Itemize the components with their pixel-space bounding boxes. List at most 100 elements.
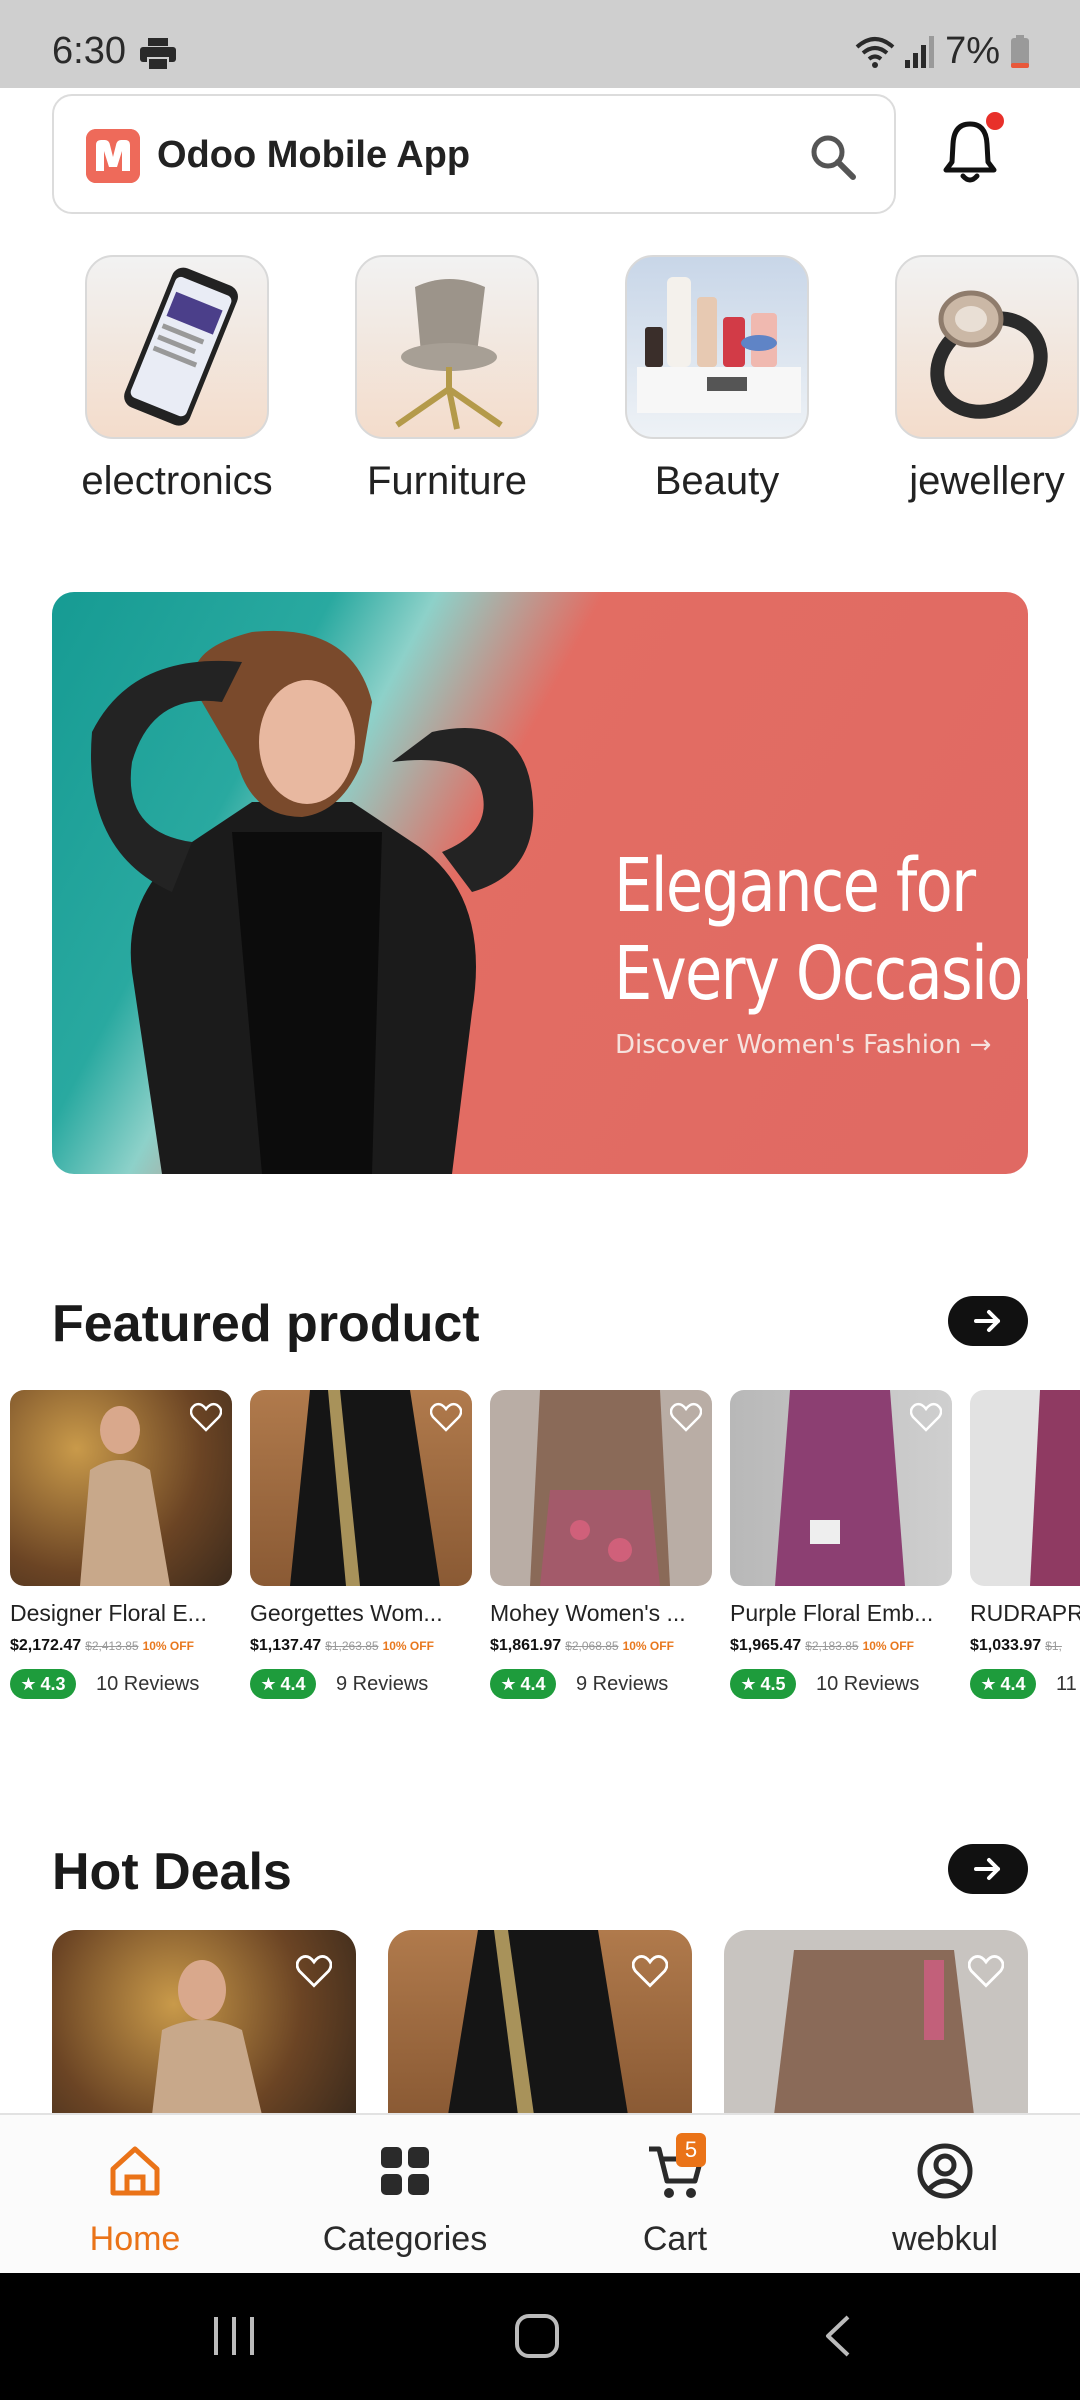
- rating-value: 4.5: [760, 1673, 786, 1694]
- hot-deal-card[interactable]: [724, 1930, 1028, 2115]
- star-icon: ★: [980, 1673, 997, 1694]
- notification-dot: [986, 112, 1004, 130]
- search-bar[interactable]: Odoo Mobile App: [52, 94, 896, 214]
- battery-percent: 7%: [945, 30, 1000, 72]
- account-icon: [917, 2143, 973, 2199]
- product-card[interactable]: Purple Floral Emb... $1,965.47 $2,183.85 1…: [730, 1390, 952, 1699]
- wishlist-heart-icon[interactable]: [968, 1954, 1004, 1988]
- product-name: Purple Floral Emb...: [730, 1600, 934, 1626]
- product-name: RUDRAPR: [970, 1600, 1080, 1626]
- product-price: $1,965.47: [730, 1637, 802, 1654]
- search-icon[interactable]: [808, 132, 858, 182]
- product-rating-row: ★ 4.4 11: [970, 1669, 1080, 1699]
- banner-headline-line1: Elegance for: [614, 843, 976, 929]
- product-old-price: $1,: [1045, 1639, 1062, 1653]
- back-icon[interactable]: [822, 2313, 854, 2359]
- product-old-price: $2,183.85: [805, 1639, 859, 1653]
- category-strip: electronics Furniture Beauty jewellery: [0, 255, 1080, 515]
- nav-categories[interactable]: Categories: [295, 2141, 515, 2259]
- rating-badge: ★ 4.3: [10, 1669, 76, 1699]
- wishlist-heart-icon[interactable]: [190, 1402, 222, 1432]
- app-title: Odoo Mobile App: [157, 134, 471, 176]
- category-furniture[interactable]: Furniture: [347, 255, 547, 504]
- home-icon: [110, 2146, 160, 2196]
- category-label: Furniture: [366, 459, 528, 503]
- review-count: 11: [1056, 1672, 1077, 1695]
- wifi-icon: [855, 36, 895, 68]
- wishlist-heart-icon[interactable]: [296, 1954, 332, 1988]
- banner-model-image: [91, 630, 534, 1174]
- product-name: Mohey Women's ...: [490, 1600, 686, 1626]
- status-indicators: 7%: [855, 30, 1030, 73]
- hot-deal-card[interactable]: [388, 1930, 692, 2115]
- product-card[interactable]: Georgettes Wom... $1,137.47 $1,263.85 10% …: [250, 1390, 472, 1699]
- review-count: 9 Reviews: [336, 1672, 429, 1695]
- wishlist-heart-icon[interactable]: [670, 1402, 702, 1432]
- rating-badge: ★ 4.4: [250, 1669, 316, 1699]
- product-card[interactable]: Mohey Women's ... $1,861.97 $2,068.85 10% …: [490, 1390, 712, 1699]
- category-label: jewellery: [909, 459, 1065, 503]
- signal-icon: [905, 35, 935, 68]
- category-electronics[interactable]: electronics: [77, 255, 277, 504]
- product-price: $1,861.97: [490, 1637, 562, 1654]
- star-icon: ★: [20, 1673, 37, 1694]
- featured-see-all-button[interactable]: [948, 1296, 1028, 1346]
- rating-badge: ★ 4.4: [490, 1669, 556, 1699]
- product-price-row: $1,965.47 $2,183.85 10% OFF: [730, 1637, 952, 1655]
- nav-label: Categories: [322, 2220, 488, 2258]
- nav-account[interactable]: webkul: [835, 2141, 1055, 2259]
- product-old-price: $1,263.85: [325, 1639, 379, 1653]
- featured-title: Featured product: [52, 1295, 480, 1353]
- nav-label: Cart: [642, 2220, 708, 2258]
- review-count: 9 Reviews: [576, 1672, 669, 1695]
- product-price-row: $1,033.97 $1,: [970, 1637, 1080, 1655]
- printer-icon: [140, 38, 176, 70]
- promo-banner[interactable]: Elegance for Every Occasion Discover Wom…: [52, 592, 1028, 1174]
- product-rating-row: ★ 4.3 10 Reviews: [10, 1669, 232, 1699]
- product-rating-row: ★ 4.5 10 Reviews: [730, 1669, 952, 1699]
- home-button-icon[interactable]: [514, 2313, 560, 2359]
- category-jewellery[interactable]: jewellery: [887, 255, 1080, 504]
- arrow-right-icon: [974, 1310, 1000, 1332]
- cart-count-badge: 5: [676, 2133, 706, 2167]
- rating-value: 4.3: [40, 1673, 66, 1694]
- category-image: [85, 255, 269, 439]
- wishlist-heart-icon[interactable]: [910, 1402, 942, 1432]
- wishlist-heart-icon[interactable]: [632, 1954, 668, 1988]
- hot-deal-card[interactable]: [52, 1930, 356, 2115]
- wishlist-heart-icon[interactable]: [430, 1402, 462, 1432]
- product-discount: 10% OFF: [862, 1639, 914, 1653]
- product-price: $2,172.47: [10, 1637, 82, 1654]
- product-discount: 10% OFF: [622, 1639, 674, 1653]
- rating-value: 4.4: [520, 1673, 546, 1694]
- featured-section-header: Featured product: [52, 1286, 1028, 1356]
- category-label: Beauty: [654, 459, 780, 503]
- recent-apps-icon[interactable]: [212, 2313, 256, 2359]
- nav-home[interactable]: Home: [25, 2141, 245, 2259]
- banner-headline: Elegance for Every Occasion: [614, 842, 1028, 1018]
- product-price-row: $1,861.97 $2,068.85 10% OFF: [490, 1637, 712, 1655]
- product-name: Georgettes Wom...: [250, 1600, 443, 1626]
- product-name: Designer Floral E...: [10, 1600, 207, 1626]
- category-beauty[interactable]: Beauty: [617, 255, 817, 504]
- status-bar: 6:30 7%: [0, 0, 1080, 88]
- product-image: [250, 1390, 472, 1586]
- star-icon: ★: [500, 1673, 517, 1694]
- nav-cart[interactable]: Cart: [565, 2141, 785, 2259]
- hot-deals-title: Hot Deals: [52, 1843, 292, 1901]
- product-price: $1,033.97: [970, 1637, 1042, 1654]
- hot-deals-see-all-button[interactable]: [948, 1844, 1028, 1894]
- battery-icon: [1011, 34, 1029, 68]
- product-card[interactable]: RUDRAPR $1,033.97 $1, ★ 4.4 11: [970, 1390, 1080, 1699]
- rating-value: 4.4: [1000, 1673, 1026, 1694]
- product-card[interactable]: Designer Floral E... $2,172.47 $2,413.85 1…: [10, 1390, 232, 1699]
- categories-grid-icon: [381, 2147, 429, 2195]
- rating-badge: ★ 4.5: [730, 1669, 796, 1699]
- arrow-right-icon: [974, 1858, 1000, 1880]
- app-header: Odoo Mobile App: [0, 88, 1080, 223]
- bottom-navigation: Home Categories Cart 5 webkul: [0, 2113, 1080, 2273]
- nav-label: Home: [89, 2220, 181, 2258]
- rating-badge: ★ 4.4: [970, 1669, 1036, 1699]
- star-icon: ★: [740, 1673, 757, 1694]
- review-count: 10 Reviews: [96, 1672, 200, 1695]
